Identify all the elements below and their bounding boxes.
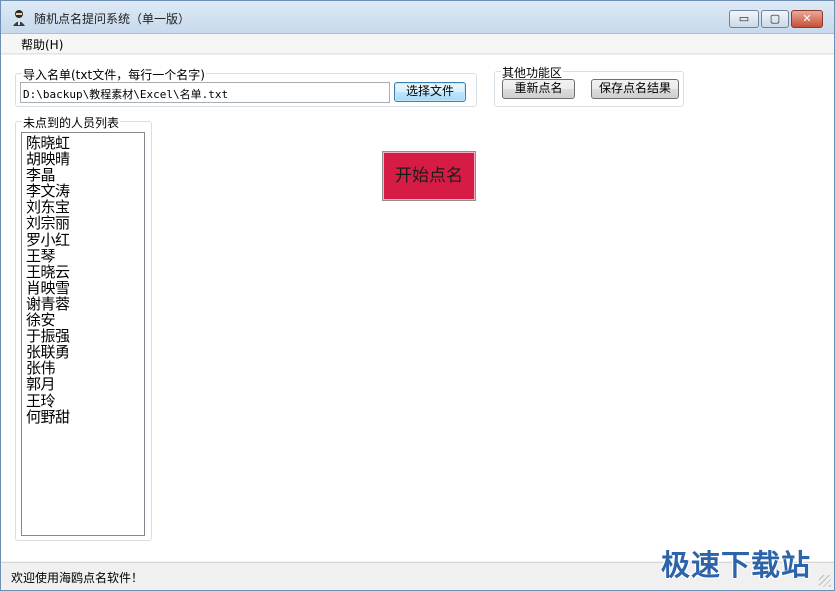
minimize-button[interactable]: ▭	[729, 10, 759, 28]
window-title: 随机点名提问系统（单一版）	[34, 12, 191, 26]
list-item[interactable]: 何野甜	[26, 408, 140, 424]
status-text: 欢迎使用海鸥点名软件！	[11, 571, 144, 585]
list-item[interactable]: 陈晓虹	[26, 135, 140, 151]
list-item[interactable]: 王晓云	[26, 264, 140, 280]
menu-bar: 帮助(H)	[1, 34, 834, 54]
app-person-icon	[13, 10, 25, 26]
choose-file-button[interactable]: 选择文件	[394, 82, 466, 102]
close-button[interactable]: ✕	[791, 10, 823, 28]
list-item[interactable]: 李晶	[26, 167, 140, 183]
list-item[interactable]: 肖映雪	[26, 280, 140, 296]
client-area: 导入名单(txt文件，每行一个名字) D:\backup\教程素材\Excel\…	[1, 55, 834, 561]
list-item[interactable]: 张伟	[26, 360, 140, 376]
title-bar[interactable]: 随机点名提问系统（单一版） ▭ ▢ ✕	[1, 1, 834, 34]
list-group-label: 未点到的人员列表	[22, 114, 121, 131]
list-item[interactable]: 刘东宝	[26, 199, 140, 215]
list-item[interactable]: 王琴	[26, 248, 140, 264]
list-item[interactable]: 张联勇	[26, 344, 140, 360]
list-item[interactable]: 刘宗丽	[26, 215, 140, 231]
watermark-text: 极速下载站	[661, 548, 812, 582]
reset-rollcall-button[interactable]: 重新点名	[502, 79, 575, 99]
uncalled-list-group: 未点到的人员列表 陈晓虹 胡映晴 李晶 李文涛 刘东宝 刘宗丽 罗小红 王琴 王晓云 肖映雪 谢青蓉…	[15, 114, 152, 541]
list-item[interactable]: 谢青蓉	[26, 296, 140, 312]
save-results-button[interactable]: 保存点名结果	[591, 79, 679, 99]
file-path-input[interactable]: D:\backup\教程素材\Excel\名单.txt	[20, 82, 390, 103]
list-item[interactable]: 胡映晴	[26, 151, 140, 167]
list-item[interactable]: 罗小红	[26, 231, 140, 247]
resize-grip[interactable]	[819, 575, 831, 587]
list-item[interactable]: 徐安	[26, 312, 140, 328]
import-group: 导入名单(txt文件，每行一个名字) D:\backup\教程素材\Excel\…	[15, 66, 477, 107]
app-window: 随机点名提问系统（单一版） ▭ ▢ ✕ 帮助(H) 导入名单(txt文件，每行一…	[0, 0, 835, 591]
menu-help[interactable]: 帮助(H)	[21, 36, 63, 53]
import-group-label: 导入名单(txt文件，每行一个名字)	[22, 66, 206, 83]
maximize-button[interactable]: ▢	[761, 10, 789, 28]
list-item[interactable]: 李文涛	[26, 183, 140, 199]
minimize-icon: ▭	[738, 12, 750, 25]
close-icon: ✕	[802, 12, 812, 25]
list-item[interactable]: 于振强	[26, 328, 140, 344]
other-functions-group: 其他功能区 重新点名 保存点名结果	[494, 64, 684, 107]
maximize-icon: ▢	[769, 12, 781, 25]
list-item[interactable]: 郭月	[26, 376, 140, 392]
name-listbox[interactable]: 陈晓虹 胡映晴 李晶 李文涛 刘东宝 刘宗丽 罗小红 王琴 王晓云 肖映雪 谢青蓉 徐安 于振强 张联勇张…	[21, 132, 145, 536]
list-item[interactable]: 王玲	[26, 392, 140, 408]
start-rollcall-button[interactable]: 开始点名	[382, 151, 476, 201]
